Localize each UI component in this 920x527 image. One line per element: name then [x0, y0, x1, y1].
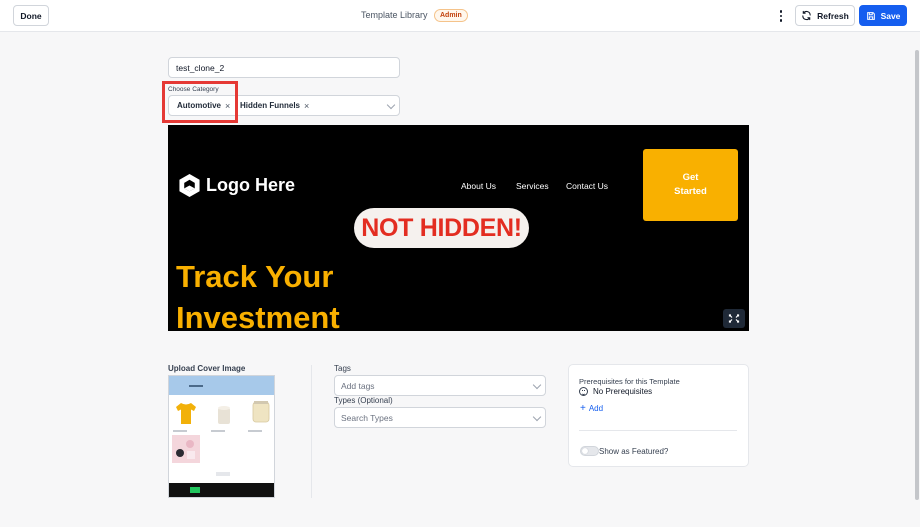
page-scrollbar[interactable]: [915, 50, 919, 500]
category-chip-hidden-funnels: Hidden Funnels ×: [240, 96, 309, 115]
refresh-button[interactable]: Refresh: [795, 5, 855, 26]
nav-link-services[interactable]: Services: [516, 181, 549, 191]
add-label: Add: [588, 404, 604, 413]
no-prerequisites-text: No Prerequisites: [593, 387, 653, 396]
get-started-button[interactable]: Get Started: [643, 149, 738, 221]
cover-thumbnail-footer-button: [190, 487, 200, 493]
tshirt-image: [176, 403, 196, 424]
cover-thumbnail-logo: [189, 385, 203, 387]
refresh-label: Refresh: [817, 10, 849, 21]
cover-thumbnail-footer: [169, 483, 274, 497]
nav-link-about[interactable]: About Us: [461, 181, 496, 191]
cover-thumbnail-caption: [173, 430, 187, 432]
cover-thumbnail-button: [216, 472, 230, 476]
featured-label: Show as Featured?: [599, 447, 669, 456]
types-placeholder: Search Types: [341, 412, 393, 423]
chevron-down-icon[interactable]: [532, 412, 542, 422]
featured-toggle[interactable]: [580, 446, 599, 456]
admin-badge: Admin: [434, 9, 468, 22]
hero-line-2: Investment: [176, 300, 340, 331]
logo-text: Logo Here: [206, 175, 296, 195]
hero-heading: Track Your Investment: [176, 256, 340, 331]
cover-thumbnail-caption: [248, 430, 262, 432]
jar-image: [252, 401, 270, 423]
cover-image-thumbnail[interactable]: [168, 375, 275, 498]
prerequisites-card: Prerequisites for this Template No Prere…: [568, 364, 749, 467]
template-name-input[interactable]: test_clone_2: [168, 57, 400, 78]
types-label: Types (Optional): [334, 396, 393, 405]
chevron-down-icon[interactable]: [532, 380, 542, 390]
card-divider: [579, 430, 737, 431]
cta-line-2: Started: [674, 186, 707, 197]
not-hidden-label: NOT HIDDEN!: [354, 208, 529, 248]
refresh-icon: [802, 10, 811, 21]
cover-thumbnail-caption: [211, 430, 225, 432]
preview-logo: Logo Here: [178, 173, 295, 198]
tags-input[interactable]: Add tags: [334, 375, 546, 396]
more-options-icon[interactable]: [775, 7, 787, 25]
prerequisites-title: Prerequisites for this Template: [579, 377, 680, 386]
smile-icon: [579, 387, 588, 396]
done-button[interactable]: Done: [13, 5, 49, 26]
save-label: Save: [880, 10, 901, 21]
candle-image: [218, 406, 230, 424]
cover-image-label: Upload Cover Image: [168, 364, 246, 373]
plus-icon: +: [580, 403, 586, 414]
column-divider: [311, 365, 312, 498]
no-prerequisites: No Prerequisites: [579, 387, 652, 396]
cover-thumbnail-header: [169, 376, 274, 395]
page-title: Template Library: [361, 10, 428, 20]
template-preview: Logo Here About Us Services Contact Us G…: [168, 125, 749, 331]
logo-hexagon-icon: [179, 174, 200, 197]
add-prerequisite-button[interactable]: + Add: [580, 403, 603, 414]
remove-chip-icon[interactable]: ×: [304, 101, 309, 111]
hero-line-1: Track Your: [176, 259, 334, 294]
nav-link-contact[interactable]: Contact Us: [566, 181, 608, 191]
top-bar: Done Template Library Admin Refresh Save: [0, 0, 920, 32]
annotation-highlight-box: [162, 81, 238, 123]
tags-label: Tags: [334, 364, 351, 373]
cta-line-1: Get: [682, 171, 699, 183]
chevron-down-icon[interactable]: [386, 100, 396, 110]
save-icon: [866, 11, 875, 20]
chip-label: Hidden Funnels: [240, 101, 300, 110]
tags-placeholder: Add tags: [341, 380, 375, 391]
types-input[interactable]: Search Types: [334, 407, 546, 428]
expand-icon[interactable]: [723, 309, 745, 328]
save-button[interactable]: Save: [859, 5, 907, 26]
cosmetics-image: [172, 435, 200, 463]
